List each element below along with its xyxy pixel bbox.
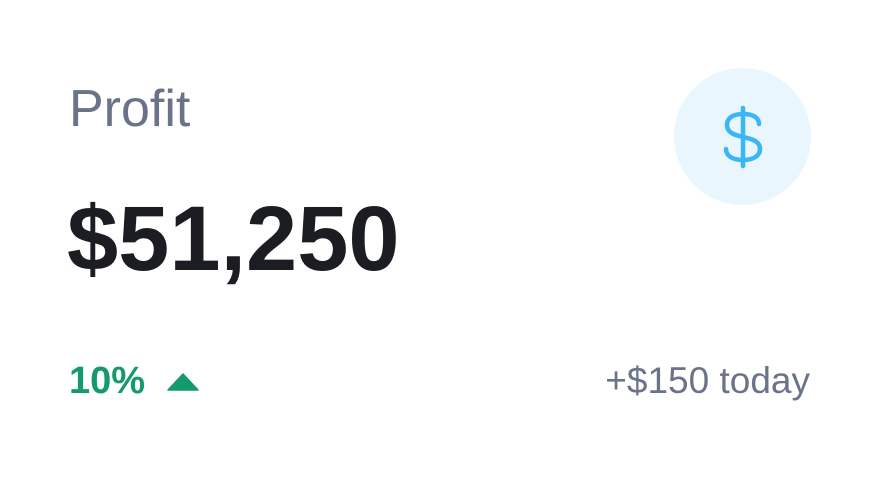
profit-stat-card: Profit $51,250 10% +$150 today [0,0,879,482]
triangle-up-icon [167,373,199,391]
dollar-icon [723,105,762,168]
profit-value: $51,250 [67,188,400,290]
percent-change-value: 10% [69,360,146,402]
card-title: Profit [69,80,191,138]
percent-change: 10% [69,358,199,404]
today-delta: +$150 today [605,360,810,401]
dollar-icon-badge [674,68,811,205]
